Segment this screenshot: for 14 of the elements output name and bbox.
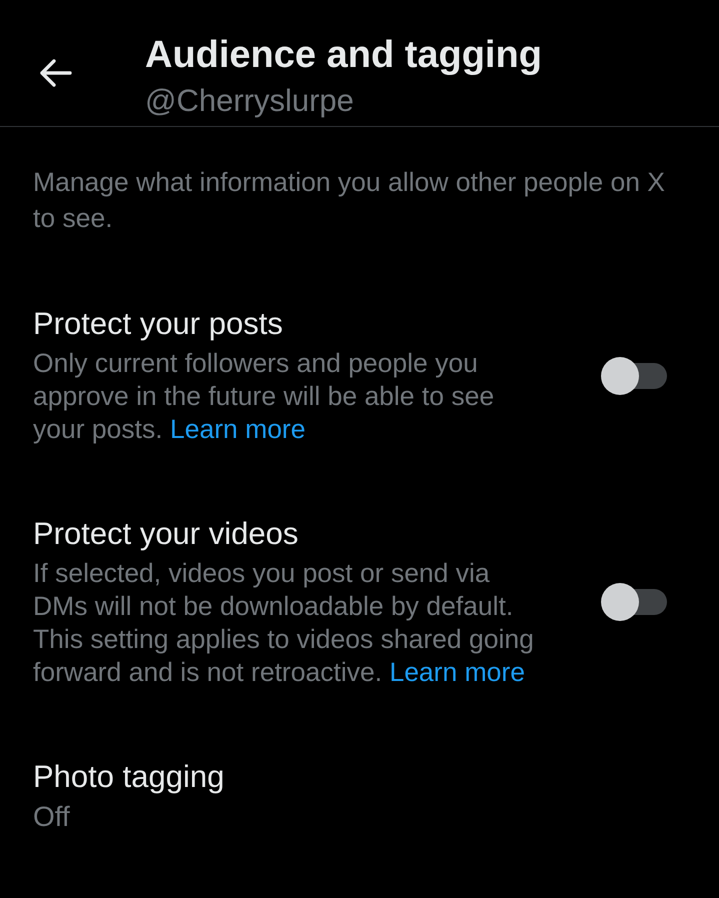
learn-more-link[interactable]: Learn more [170, 414, 306, 444]
setting-value: Off [33, 800, 71, 834]
account-handle: @Cherryslurpe [145, 83, 355, 119]
setting-description: If selected, videos you post or send via DMs will not be downloadable by default. This setting applies to videos shared going forward and is not retroactive. Learn more [33, 557, 535, 689]
setting-title: Protect your posts [33, 305, 284, 343]
setting-description: Only current followers and people you approve in the future will be able to see your posts. Learn more [33, 347, 496, 446]
toggle-switch[interactable] [601, 583, 667, 621]
back-arrow-icon [38, 58, 72, 88]
toggle-switch[interactable] [601, 356, 667, 394]
learn-more-link[interactable]: Learn more [389, 657, 525, 687]
setting-title[interactable]: Photo tagging [33, 758, 667, 796]
page-title: Audience and tagging [145, 33, 542, 78]
intro-text: Manage what information you allow other people on X to see. [33, 166, 666, 235]
setting-title: Protect your videos [33, 515, 300, 553]
